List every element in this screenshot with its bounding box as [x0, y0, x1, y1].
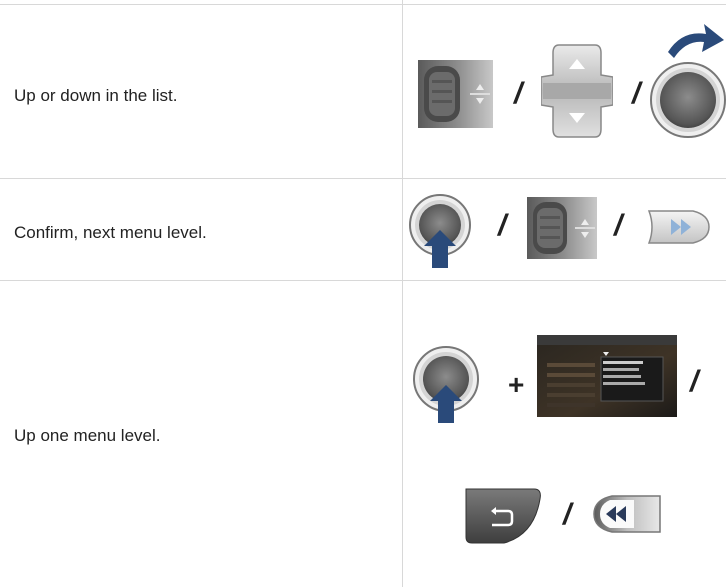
table-row: Up one menu level. + / / — [0, 281, 726, 587]
thumbwheel-icon — [527, 197, 597, 259]
separator-slash: / — [690, 365, 699, 398]
instruction-table: Up or down in the list. / / Confirm, nex… — [0, 0, 726, 587]
table-row: Up or down in the list. / / — [0, 5, 726, 178]
rotary-knob-turn-icon — [650, 24, 726, 138]
separator-plus: + — [508, 369, 525, 400]
back-button-icon — [465, 488, 541, 544]
separator-slash: / — [498, 209, 507, 242]
fast-forward-button-icon — [647, 210, 710, 244]
separator-slash: / — [514, 77, 523, 110]
thumbwheel-icon — [418, 60, 493, 128]
screen-menu-icon — [537, 335, 677, 417]
row-description: Confirm, next menu level. — [14, 223, 207, 242]
up-down-rocker-icon — [541, 44, 613, 138]
separator-slash: / — [563, 498, 572, 531]
table-row: Confirm, next menu level. / / — [0, 179, 726, 280]
separator-slash: / — [632, 77, 641, 110]
rewind-button-icon — [593, 495, 661, 533]
separator-slash: / — [614, 209, 623, 242]
row-description: Up or down in the list. — [14, 86, 178, 105]
rotary-knob-press-icon — [409, 194, 471, 268]
rotary-knob-press-icon — [413, 346, 479, 423]
row-description: Up one menu level. — [14, 426, 161, 445]
